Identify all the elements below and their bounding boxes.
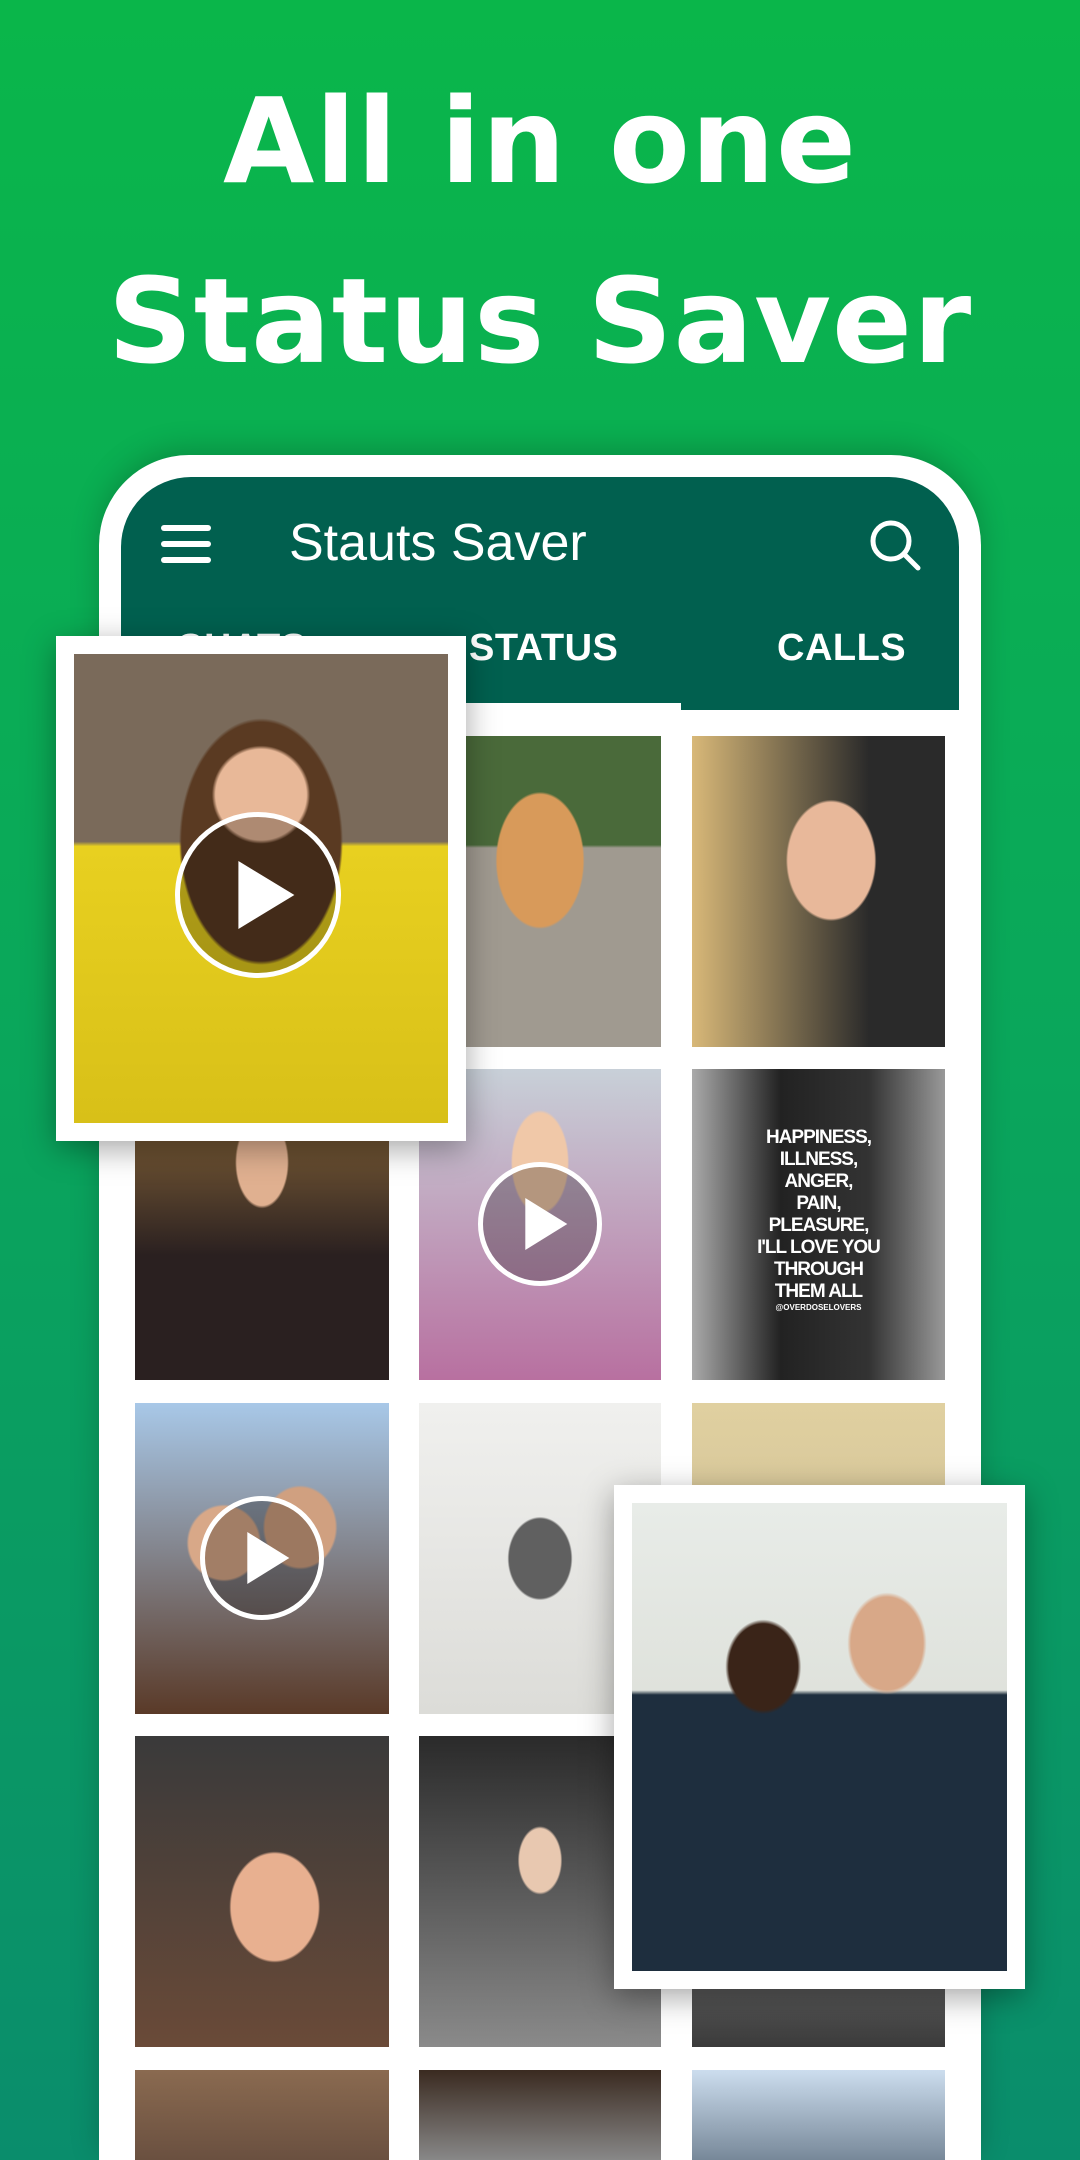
search-icon[interactable] (867, 517, 923, 573)
quote-line: I'LL LOVE YOU (757, 1237, 881, 1258)
status-item-curly[interactable] (419, 2070, 661, 2160)
quote-line: ANGER, (784, 1171, 854, 1192)
tab-status[interactable]: STATUS (469, 627, 618, 670)
status-item-selfie-girls[interactable] (135, 1403, 389, 1714)
status-item-sunglasses[interactable] (135, 2070, 389, 2160)
headline-line-1: All in one (223, 72, 857, 210)
quote-line: THROUGH (773, 1259, 864, 1280)
featured-video-card[interactable] (56, 636, 466, 1141)
status-item-quote[interactable]: HAPPINESS, ILLNESS, ANGER, PAIN, PLEASURE, I'… (692, 1069, 945, 1380)
active-tab-indicator (451, 703, 681, 710)
quote-line: PAIN, (796, 1193, 841, 1214)
tab-calls[interactable]: CALLS (777, 627, 906, 670)
quote-line: ILLNESS, (779, 1149, 859, 1170)
app-title: Stauts Saver (289, 514, 587, 572)
photo-thumbnail (632, 1503, 1007, 1971)
play-icon[interactable] (200, 1496, 324, 1620)
status-item-women[interactable] (692, 2070, 945, 2160)
play-icon[interactable] (478, 1162, 602, 1286)
play-icon[interactable] (175, 812, 341, 978)
quote-credit: @OVERDOSELOVERS (775, 1303, 862, 1312)
headline-line-2: Status Saver (107, 252, 973, 390)
quote-text: HAPPINESS, ILLNESS, ANGER, PAIN, PLEASURE, I'… (692, 1127, 945, 1313)
hamburger-menu-icon[interactable] (161, 525, 211, 563)
status-item-blonde[interactable] (692, 736, 945, 1047)
quote-line: THEM ALL (774, 1281, 863, 1302)
featured-photo-card[interactable] (614, 1485, 1025, 1989)
quote-line: PLEASURE, (768, 1215, 870, 1236)
quote-line: HAPPINESS, (765, 1127, 872, 1148)
video-thumbnail (74, 654, 448, 1123)
status-item-couple-car[interactable] (135, 1736, 389, 2047)
